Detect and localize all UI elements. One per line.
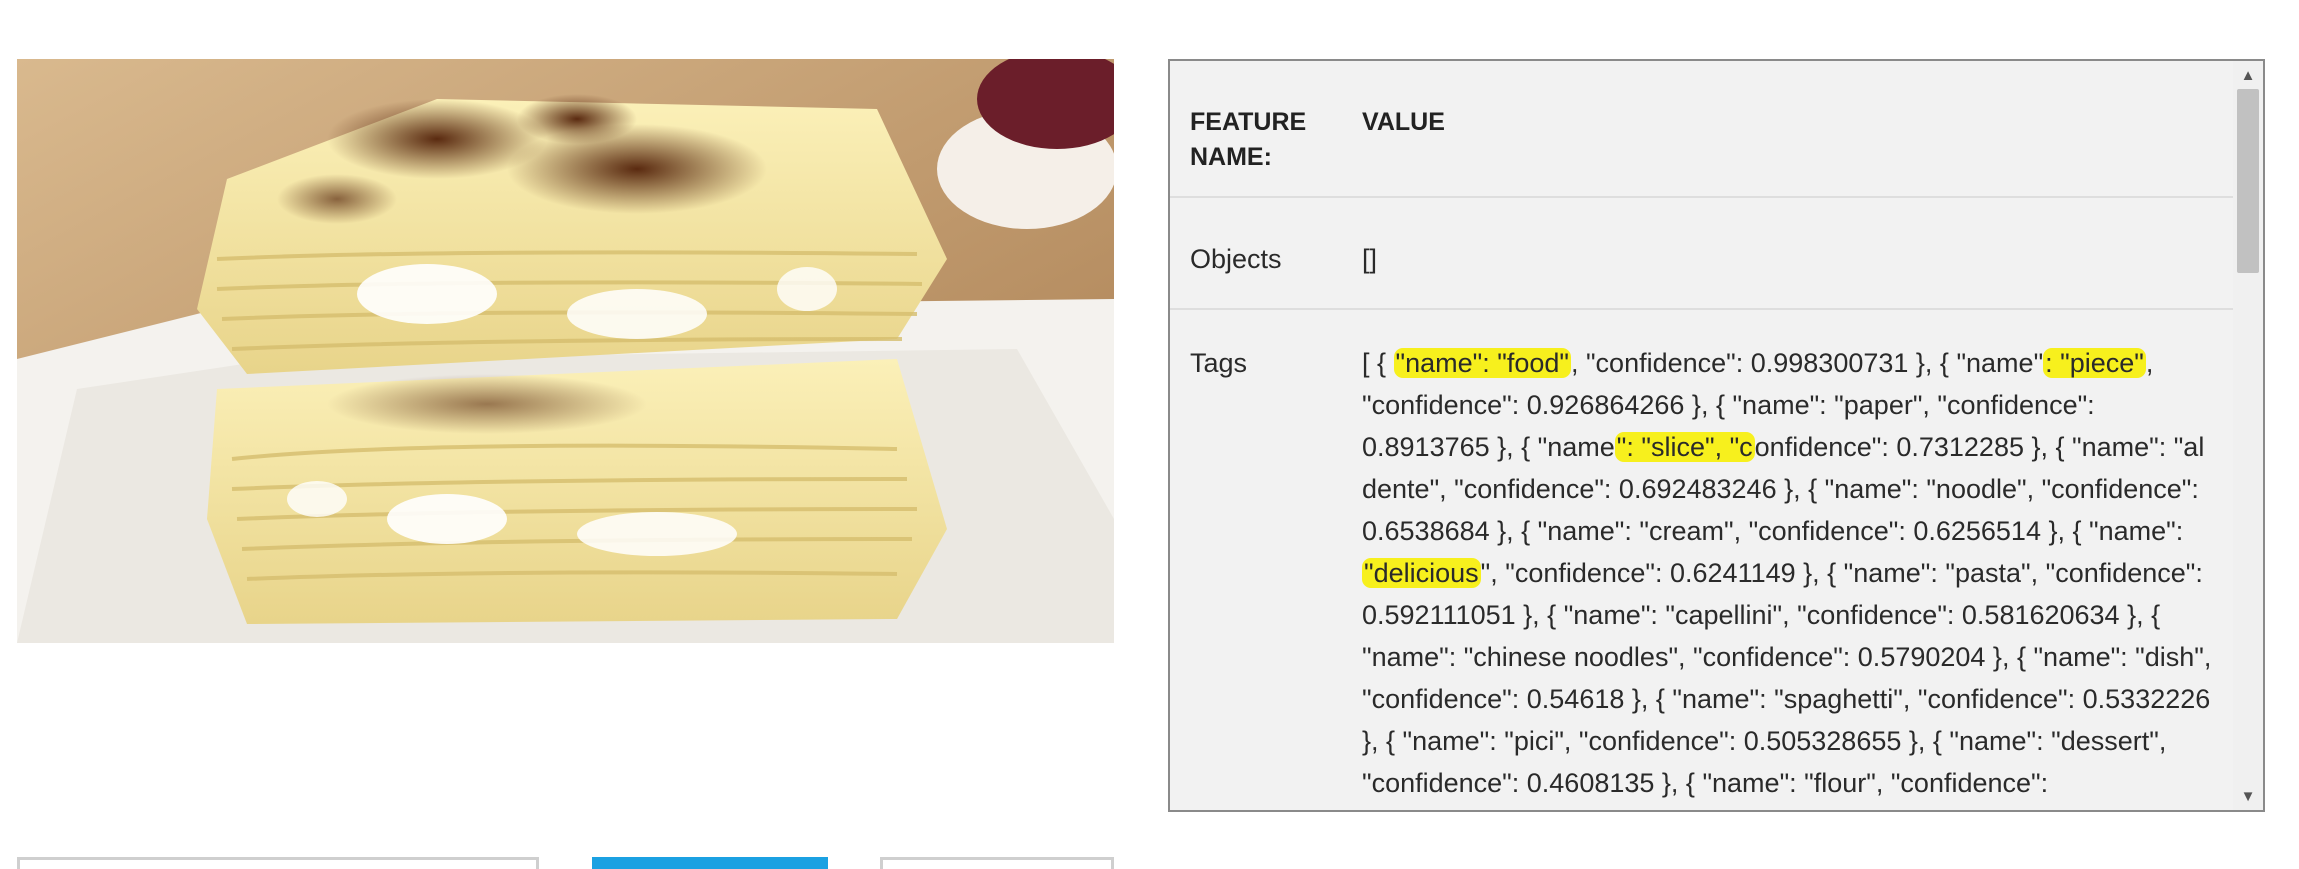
- highlighted-tag-text: : "piece": [2043, 348, 2146, 378]
- scrollbar-thumb[interactable]: [2237, 89, 2259, 273]
- triangle-up-icon[interactable]: ▲: [2233, 61, 2263, 89]
- tag-text: ", "confidence": 0.6241149 }, { "name": …: [1362, 558, 2212, 798]
- highlighted-tag-text: "delicious: [1362, 558, 1481, 588]
- objects-value: []: [1362, 244, 1378, 274]
- food-photo: [17, 59, 1114, 643]
- analyze-button[interactable]: [592, 857, 828, 869]
- table-row-tags: Tags [ { "name": "food", "confidence": 0…: [1170, 310, 2233, 810]
- analysis-results-panel[interactable]: FEATURE NAME: VALUE Objects [] Tags [ { …: [1168, 59, 2265, 812]
- vertical-scrollbar[interactable]: ▲ ▼: [2233, 61, 2263, 810]
- tag-text: , "confidence": 0.998300731 }, { "name": [1570, 348, 2044, 378]
- table-row-objects: Objects []: [1170, 198, 2233, 310]
- tags-value: [ { "name": "food", "confidence": 0.9983…: [1362, 342, 2233, 810]
- highlighted-tag-text: "name": "food": [1393, 348, 1571, 378]
- browse-button[interactable]: [880, 857, 1114, 869]
- value-header: VALUE: [1362, 108, 1445, 136]
- pastry-illustration: [17, 59, 1114, 643]
- feature-name-header: FEATURE NAME:: [1190, 108, 1307, 171]
- tag-text: [ {: [1362, 348, 1394, 378]
- objects-label: Objects: [1190, 244, 1282, 274]
- feature-table: FEATURE NAME: VALUE Objects [] Tags [ { …: [1170, 61, 2233, 810]
- tags-label: Tags: [1190, 348, 1248, 378]
- highlighted-tag-text: ": "slice", "c: [1614, 432, 1755, 462]
- image-url-input[interactable]: [17, 857, 539, 869]
- table-header-row: FEATURE NAME: VALUE: [1170, 61, 2233, 198]
- triangle-down-icon[interactable]: ▼: [2233, 782, 2263, 810]
